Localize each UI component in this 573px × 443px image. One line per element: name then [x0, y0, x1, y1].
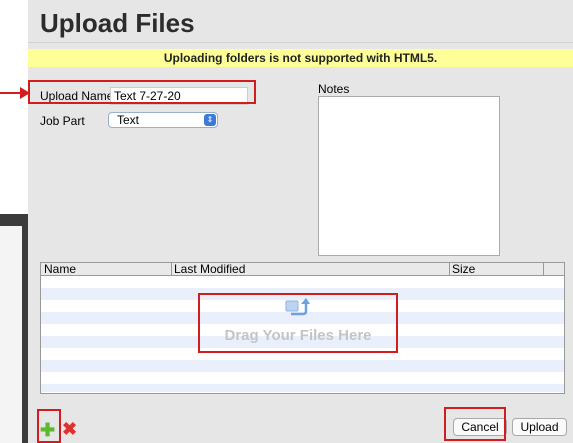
- column-divider: [449, 263, 450, 275]
- column-header-name[interactable]: Name: [44, 263, 76, 275]
- upload-files-dialog: Upload Files Uploading folders is not su…: [28, 0, 573, 443]
- upload-button[interactable]: Upload: [512, 418, 567, 436]
- column-divider: [171, 263, 172, 275]
- column-header-size[interactable]: Size: [452, 263, 475, 275]
- annotation-arrow-icon: [0, 87, 30, 99]
- notes-textarea[interactable]: [318, 96, 500, 256]
- title-divider: [28, 42, 573, 43]
- x-icon[interactable]: ✖: [62, 420, 77, 438]
- table-row: [41, 360, 564, 372]
- background-window-content: [0, 226, 22, 443]
- notes-label: Notes: [318, 82, 350, 96]
- job-part-value: Text: [117, 113, 140, 127]
- drop-zone-highlight[interactable]: [198, 293, 398, 353]
- job-part-select[interactable]: Text ⇕: [108, 112, 218, 128]
- column-header-last-modified[interactable]: Last Modified: [174, 263, 245, 275]
- column-divider: [543, 263, 544, 275]
- select-arrows-icon: ⇕: [204, 114, 216, 126]
- file-list-header: Name Last Modified Size: [41, 263, 564, 276]
- html5-warning-banner: Uploading folders is not supported with …: [28, 49, 573, 67]
- add-button-highlight: [37, 409, 61, 443]
- job-part-label: Job Part: [40, 114, 85, 128]
- dialog-title: Upload Files: [40, 8, 195, 38]
- cancel-button-highlight: [444, 407, 506, 441]
- upload-name-highlight: [28, 80, 256, 104]
- table-row: [41, 384, 564, 392]
